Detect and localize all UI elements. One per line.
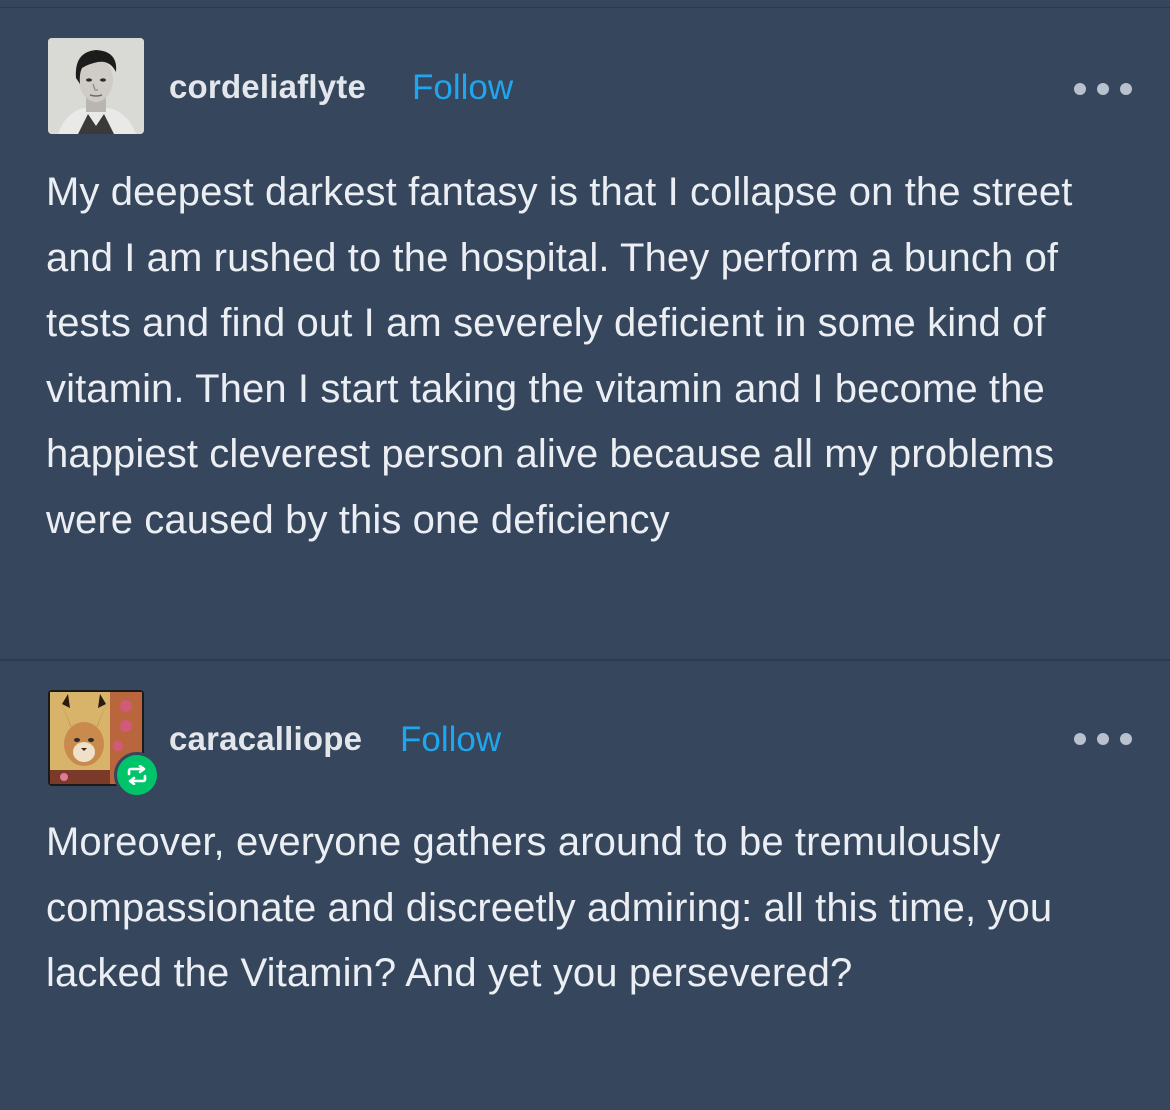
more-options-icon[interactable] — [1074, 82, 1132, 96]
dot — [1074, 83, 1086, 95]
username[interactable]: caracalliope — [169, 720, 362, 758]
reblog-badge — [114, 752, 160, 798]
follow-button[interactable]: Follow — [400, 720, 501, 760]
dot — [1074, 733, 1086, 745]
dot — [1120, 733, 1132, 745]
dot — [1097, 733, 1109, 745]
post-body: Moreover, everyone gathers around to be … — [46, 820, 1053, 995]
portrait-photo-avatar-icon — [48, 38, 144, 134]
dot — [1097, 83, 1109, 95]
dot — [1120, 83, 1132, 95]
post-caracalliope: caracalliope Follow Moreover, everyone g… — [0, 660, 1170, 1110]
more-options-icon[interactable] — [1074, 732, 1132, 746]
post-header: caracalliope Follow — [48, 690, 1138, 798]
username[interactable]: cordeliaflyte — [169, 68, 366, 106]
avatar[interactable] — [48, 38, 144, 134]
post-cordeliaflyte: cordeliaflyte Follow My deepest darkest … — [0, 0, 1170, 659]
follow-button[interactable]: Follow — [412, 68, 513, 108]
post-header: cordeliaflyte Follow — [48, 38, 1138, 134]
reblog-icon — [127, 765, 147, 785]
post-body: My deepest darkest fantasy is that I col… — [46, 170, 1073, 542]
